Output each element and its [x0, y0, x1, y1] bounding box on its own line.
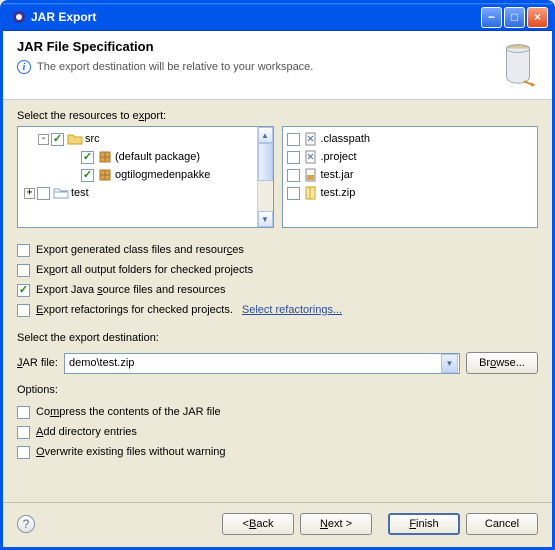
checkbox[interactable]: [81, 169, 94, 182]
file-row[interactable]: .classpath: [285, 130, 536, 148]
checkbox[interactable]: [81, 151, 94, 164]
titlebar[interactable]: JAR Export − □ ×: [3, 3, 552, 31]
expander-icon[interactable]: -: [38, 134, 49, 145]
folder-src-icon: [67, 131, 83, 147]
checkbox[interactable]: [287, 151, 300, 164]
checkbox[interactable]: [287, 133, 300, 146]
content-area: Select the resources to export: - src (def…: [3, 100, 552, 502]
option-label: Export all output folders for checked pr…: [36, 264, 253, 276]
select-refactorings-link[interactable]: Select refactorings...: [242, 304, 342, 316]
scroll-thumb[interactable]: [258, 143, 273, 181]
jar-file-value[interactable]: demo\test.zip: [65, 357, 441, 369]
finish-button[interactable]: Finish: [388, 513, 460, 535]
export-option[interactable]: Export all output folders for checked pr…: [17, 260, 538, 280]
close-button[interactable]: ×: [527, 7, 548, 28]
window-controls: − □ ×: [481, 7, 548, 28]
option-label: Compress the contents of the JAR file: [36, 406, 221, 418]
file-item-label: .project: [321, 151, 357, 163]
checkbox[interactable]: [37, 187, 50, 200]
tree-row[interactable]: ogtilogmedenpakke: [20, 166, 255, 184]
package-icon: [97, 167, 113, 183]
scroll-up-button[interactable]: ▲: [258, 127, 273, 143]
tree-row[interactable]: - src: [20, 130, 255, 148]
checkbox[interactable]: [17, 304, 30, 317]
banner-message: The export destination will be relative …: [37, 61, 313, 73]
resource-tree[interactable]: - src (default package) ogtilogmedenpakke + t…: [17, 126, 274, 228]
option-label: Export Java source files and resources: [36, 284, 226, 296]
option-row[interactable]: Compress the contents of the JAR file: [17, 402, 538, 422]
scrollbar[interactable]: ▲ ▼: [257, 127, 273, 227]
maximize-button[interactable]: □: [504, 7, 525, 28]
footer: ? < Back Next > Finish Cancel: [3, 502, 552, 547]
file-jar-icon: [303, 167, 319, 183]
checkbox[interactable]: [17, 284, 30, 297]
tree-item-label: (default package): [115, 151, 200, 163]
export-option[interactable]: Export Java source files and resources: [17, 280, 538, 300]
file-row[interactable]: test.zip: [285, 184, 536, 202]
package-icon: [97, 149, 113, 165]
back-button[interactable]: < Back: [222, 513, 294, 535]
option-row[interactable]: Overwrite existing files without warning: [17, 442, 538, 462]
destination-section-label: Select the export destination:: [17, 332, 538, 344]
file-row[interactable]: .project: [285, 148, 536, 166]
titlebar-text: JAR Export: [31, 10, 481, 24]
checkbox[interactable]: [17, 244, 30, 257]
file-item-label: test.jar: [321, 169, 354, 181]
folder-test-icon: [53, 185, 69, 201]
file-row[interactable]: test.jar: [285, 166, 536, 184]
info-icon: i: [17, 60, 31, 74]
option-label: Export refactorings for checked projects…: [36, 304, 233, 316]
resources-label: Select the resources to export:: [17, 110, 538, 122]
file-list[interactable]: .classpath .project test.jar test.zip: [282, 126, 539, 228]
scroll-down-button[interactable]: ▼: [258, 211, 273, 227]
tree-item-label: src: [85, 133, 100, 145]
dialog-window: JAR Export − □ × JAR File Specification …: [0, 0, 555, 550]
banner: JAR File Specification i The export dest…: [3, 31, 552, 100]
help-icon[interactable]: ?: [17, 515, 35, 533]
jar-file-label: JAR file:: [17, 357, 58, 369]
checkbox[interactable]: [51, 133, 64, 146]
tree-row[interactable]: + test: [20, 184, 255, 202]
combo-dropdown-button[interactable]: ▼: [441, 354, 458, 373]
option-label: Overwrite existing files without warning: [36, 446, 226, 458]
options-label: Options:: [17, 384, 538, 396]
next-button[interactable]: Next >: [300, 513, 372, 535]
checkbox[interactable]: [17, 426, 30, 439]
jar-icon: [490, 39, 538, 91]
file-item-label: test.zip: [321, 187, 356, 199]
option-row[interactable]: Add directory entries: [17, 422, 538, 442]
export-option[interactable]: Export generated class files and resourc…: [17, 240, 538, 260]
expander-icon[interactable]: +: [24, 188, 35, 199]
file-x-icon: [303, 149, 319, 165]
file-item-label: .classpath: [321, 133, 371, 145]
app-icon: [11, 9, 27, 25]
jar-file-combo[interactable]: demo\test.zip ▼: [64, 353, 460, 374]
browse-button[interactable]: Browse...: [466, 352, 538, 374]
file-zip-icon: [303, 185, 319, 201]
tree-item-label: ogtilogmedenpakke: [115, 169, 210, 181]
checkbox[interactable]: [287, 187, 300, 200]
option-label: Export generated class files and resourc…: [36, 244, 244, 256]
tree-item-label: test: [71, 187, 89, 199]
tree-row[interactable]: (default package): [20, 148, 255, 166]
checkbox[interactable]: [17, 446, 30, 459]
checkbox[interactable]: [17, 264, 30, 277]
cancel-button[interactable]: Cancel: [466, 513, 538, 535]
checkbox[interactable]: [287, 169, 300, 182]
checkbox[interactable]: [17, 406, 30, 419]
minimize-button[interactable]: −: [481, 7, 502, 28]
file-x-icon: [303, 131, 319, 147]
export-option[interactable]: Export refactorings for checked projects…: [17, 300, 538, 320]
option-label: Add directory entries: [36, 426, 137, 438]
page-title: JAR File Specification: [17, 39, 490, 54]
